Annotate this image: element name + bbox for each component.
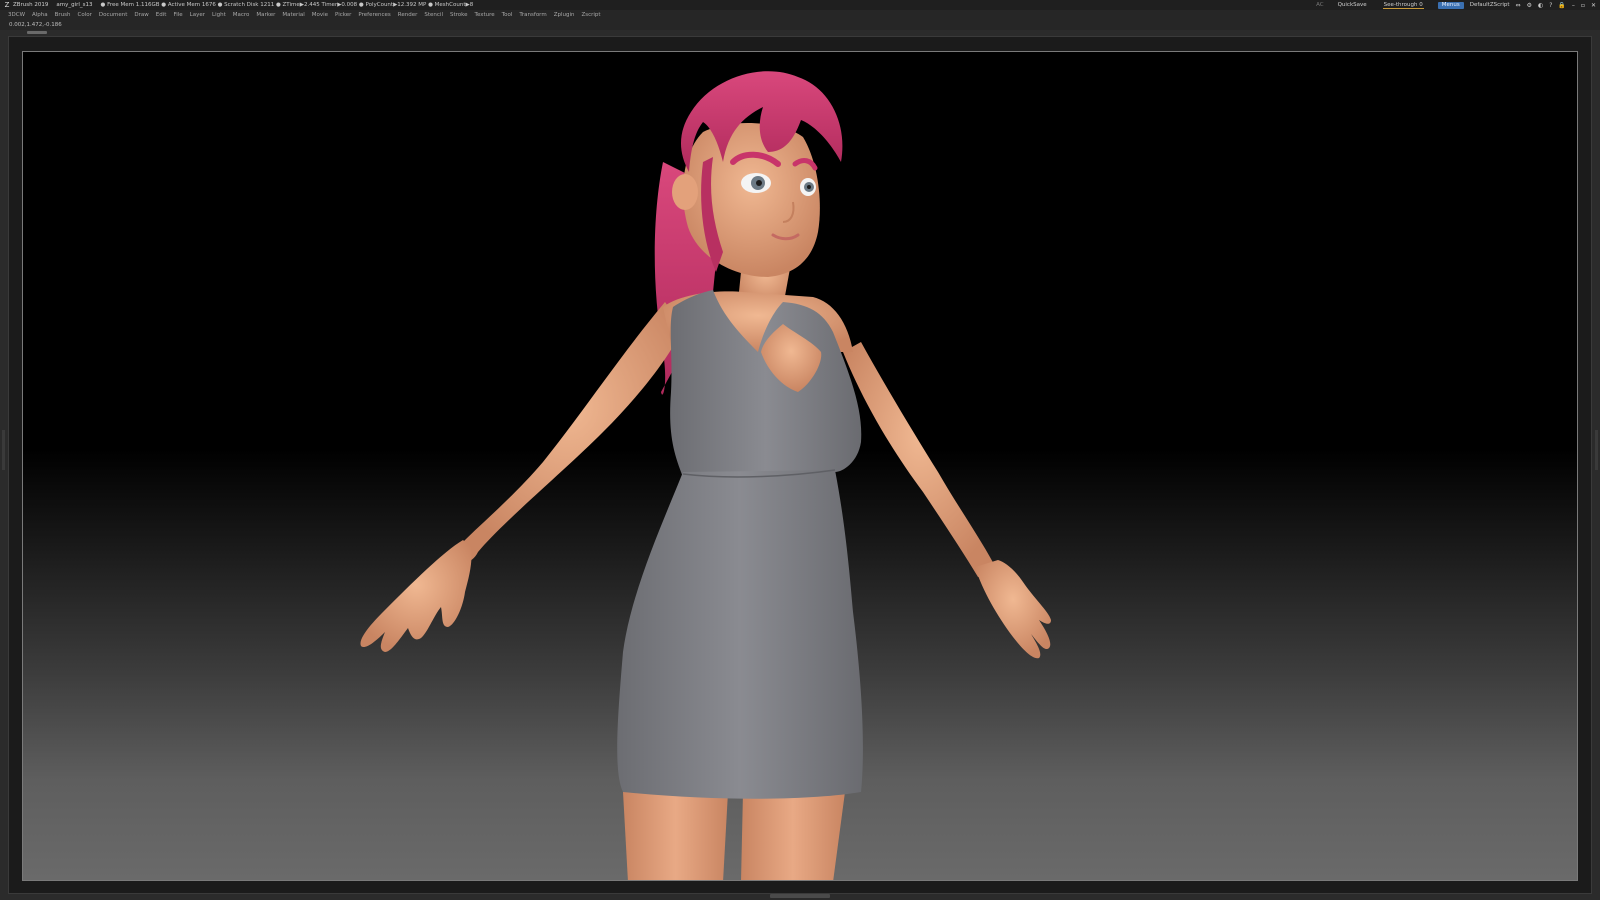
menu-item-alpha[interactable]: Alpha — [32, 12, 48, 18]
minimize-icon[interactable]: – — [1572, 2, 1575, 9]
menu-item-zplugin[interactable]: Zplugin — [554, 12, 575, 18]
left-arm — [453, 302, 683, 563]
quicksave-button[interactable]: QuickSave — [1338, 2, 1367, 8]
app-name: ZBrush 2019 — [13, 2, 49, 8]
menu-item-render[interactable]: Render — [398, 12, 418, 18]
status-stats: ● Free Mem 1.116GB ● Active Mem 1676 ● S… — [100, 2, 474, 8]
menu-item-stroke[interactable]: Stroke — [450, 12, 468, 18]
menu-item-movie[interactable]: Movie — [312, 12, 328, 18]
menu-item-light[interactable]: Light — [212, 12, 226, 18]
left-leg — [623, 792, 728, 880]
menu-item-marker[interactable]: Marker — [256, 12, 275, 18]
zbrush-window: Z ZBrush 2019 amy_girl_s13 ● Free Mem 1.… — [0, 0, 1600, 900]
left-hand — [360, 540, 472, 652]
dress-skirt — [617, 470, 863, 799]
menu-item-preferences[interactable]: Preferences — [358, 12, 390, 18]
title-bar-controls: AC QuickSave See-through 0 Menus Default… — [1316, 0, 1600, 10]
menu-item-stencil[interactable]: Stencil — [424, 12, 443, 18]
right-tray-handle[interactable] — [1595, 430, 1598, 470]
restore-icon[interactable]: ▫ — [1581, 2, 1585, 9]
menu-item-tool[interactable]: Tool — [502, 12, 513, 18]
menu-item-edit[interactable]: Edit — [156, 12, 167, 18]
coordinate-readout: 0.002,1.472,-0.186 — [9, 22, 62, 28]
ac-label[interactable]: AC — [1316, 2, 1324, 8]
bottom-shelf-handle[interactable] — [770, 894, 830, 898]
menu-item-document[interactable]: Document — [99, 12, 128, 18]
menu-item-material[interactable]: Material — [282, 12, 304, 18]
menu-item-transform[interactable]: Transform — [519, 12, 546, 18]
left-tray-handle[interactable] — [2, 430, 5, 470]
theme-icon[interactable]: ◐ — [1538, 2, 1543, 9]
title-bar: Z ZBrush 2019 amy_girl_s13 ● Free Mem 1.… — [0, 0, 1600, 10]
menu-item-texture[interactable]: Texture — [475, 12, 495, 18]
right-arm — [843, 342, 998, 577]
zbrush-logo-icon: Z — [4, 1, 10, 9]
right-hand — [975, 560, 1051, 659]
top-shelf-handle[interactable] — [27, 31, 47, 34]
menu-item-brush[interactable]: Brush — [55, 12, 71, 18]
menu-item-draw[interactable]: Draw — [134, 12, 148, 18]
menu-item-file[interactable]: File — [173, 12, 182, 18]
menu-item-layer[interactable]: Layer — [190, 12, 205, 18]
menus-toggle-button[interactable]: Menus — [1437, 1, 1464, 9]
right-leg — [741, 792, 845, 880]
layout-arrows-icon[interactable]: ⇔ — [1516, 2, 1521, 9]
menu-bar: 3DCW Alpha Brush Color Document Draw Edi… — [0, 10, 1600, 20]
menu-item-3dcw[interactable]: 3DCW — [8, 12, 25, 18]
menu-item-picker[interactable]: Picker — [335, 12, 351, 18]
close-icon[interactable]: ✕ — [1591, 2, 1596, 9]
coordinate-readout-row: 0.002,1.472,-0.186 — [0, 20, 1600, 30]
interface-icon[interactable]: ⚙ — [1527, 2, 1532, 9]
help-icon[interactable]: ? — [1549, 2, 1552, 9]
menu-item-macro[interactable]: Macro — [233, 12, 250, 18]
ear — [672, 174, 698, 210]
file-name: amy_girl_s13 — [56, 2, 93, 8]
script-selector[interactable]: DefaultZScript — [1470, 2, 1510, 8]
sculpt-model — [360, 71, 1051, 880]
menu-item-zscript[interactable]: Zscript — [581, 12, 600, 18]
menu-item-color[interactable]: Color — [78, 12, 92, 18]
see-through-slider[interactable]: See-through 0 — [1381, 2, 1426, 9]
viewport-canvas[interactable] — [22, 51, 1578, 881]
lock-icon[interactable]: 🔒 — [1558, 2, 1565, 9]
